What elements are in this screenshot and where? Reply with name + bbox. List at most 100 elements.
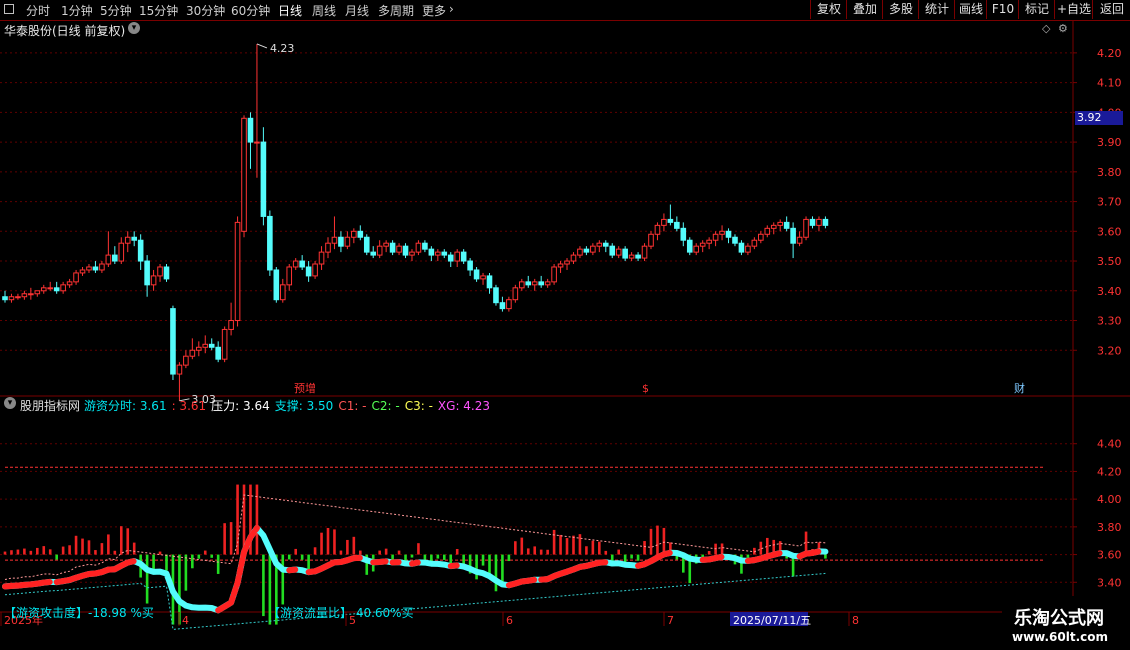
toolbar-button-0[interactable]: 复权 xyxy=(810,0,847,19)
gear-icon[interactable]: ⚙ xyxy=(1058,22,1068,35)
candle-body-41 xyxy=(267,215,273,271)
period-tab-8[interactable]: 月线 xyxy=(345,2,369,19)
candle-body-60 xyxy=(389,242,396,253)
candle-body-43 xyxy=(279,284,286,301)
toolbar-button-7[interactable]: +自选 xyxy=(1054,0,1093,19)
candle-body-74 xyxy=(480,275,486,280)
hist-bar-99 xyxy=(643,541,646,555)
hist-bar-81 xyxy=(526,548,530,555)
hist-bar-111 xyxy=(720,543,724,555)
candle-body-15 xyxy=(99,263,105,271)
capital-line-rise-7 xyxy=(40,578,54,586)
candle-body-29 xyxy=(189,349,196,357)
period-tab-6[interactable]: 日线 xyxy=(278,2,302,19)
candle-body-107 xyxy=(693,245,700,253)
candle-body-68 xyxy=(441,251,448,256)
period-tab-1[interactable]: 1分钟 xyxy=(61,2,93,19)
candle-body-76 xyxy=(493,287,499,304)
candle-body-37 xyxy=(241,117,247,232)
hist-bar-97 xyxy=(630,554,633,559)
candle-body-64 xyxy=(415,242,422,253)
candle-body-10 xyxy=(66,281,73,286)
hist-bar-4 xyxy=(29,550,33,555)
candle-body-66 xyxy=(428,248,435,256)
toolbar-button-2[interactable]: 多股 xyxy=(882,0,919,19)
candle-body-87 xyxy=(564,260,570,265)
candle-body-0 xyxy=(2,296,8,301)
hist-bar-44 xyxy=(287,554,291,560)
hist-bar-85 xyxy=(552,529,556,555)
chevron-down-icon[interactable]: ▾ xyxy=(4,397,16,409)
ind-tick-label-4: 4.20 xyxy=(1097,465,1122,478)
candle-body-79 xyxy=(512,287,519,301)
period-tab-3[interactable]: 15分钟 xyxy=(139,2,178,19)
toolbar-button-6[interactable]: 标记 xyxy=(1018,0,1055,19)
period-tab-9[interactable]: 多周期 xyxy=(378,2,414,19)
capital-line-rise-82 xyxy=(525,576,538,584)
hist-bar-0 xyxy=(3,551,7,555)
period-tab-4[interactable]: 30分钟 xyxy=(186,2,225,19)
layout-icon[interactable] xyxy=(4,4,14,14)
hist-bar-29 xyxy=(191,554,194,569)
candle-body-44 xyxy=(286,266,293,286)
hist-bar-100 xyxy=(649,528,653,555)
time-label-3: 6 xyxy=(506,614,513,627)
chevron-down-icon[interactable]: ▾ xyxy=(128,22,140,34)
period-tab-10[interactable]: 更多 xyxy=(422,2,446,19)
hist-bar-31 xyxy=(203,550,207,555)
toolbar-button-5[interactable]: F10 xyxy=(986,0,1019,19)
hist-bar-14 xyxy=(94,550,97,555)
candle-body-126 xyxy=(816,218,822,226)
diamond-icon[interactable]: ◇ xyxy=(1042,22,1050,35)
hist-bar-74 xyxy=(481,554,485,566)
candle-body-110 xyxy=(712,233,719,241)
hist-bar-98 xyxy=(636,554,640,561)
toolbar-button-4[interactable]: 画线 xyxy=(954,0,987,19)
candle-body-108 xyxy=(699,242,706,247)
hist-bar-7 xyxy=(48,549,52,555)
candle-body-27 xyxy=(176,364,183,375)
candle-body-72 xyxy=(467,260,473,271)
hist-bar-48 xyxy=(313,547,317,555)
toolbar-button-3[interactable]: 统计 xyxy=(918,0,955,19)
candle-body-73 xyxy=(473,269,480,280)
candle-body-47 xyxy=(305,266,312,277)
candle-body-120 xyxy=(777,221,784,226)
high-label: 4.23 xyxy=(270,42,295,55)
main-tick-label-0: 3.20 xyxy=(1097,344,1122,357)
period-tab-5[interactable]: 60分钟 xyxy=(231,2,270,19)
hist-bar-49 xyxy=(320,532,323,555)
candle-body-70 xyxy=(454,251,460,262)
hist-bar-22 xyxy=(145,554,149,604)
indicator-value-7: XG: 4.23 xyxy=(437,399,491,413)
hist-bar-89 xyxy=(578,534,582,555)
candle-body-38 xyxy=(247,117,254,143)
hist-bar-18 xyxy=(119,526,123,555)
candle-body-59 xyxy=(383,242,389,247)
hist-bar-3 xyxy=(23,548,26,555)
candle-body-124 xyxy=(803,218,809,238)
period-tab-7[interactable]: 周线 xyxy=(312,2,336,19)
period-tab-0[interactable]: 分时 xyxy=(26,2,50,19)
toolbar-button-8[interactable]: 返回 xyxy=(1092,0,1130,19)
hist-bar-64 xyxy=(417,543,420,555)
hist-bar-51 xyxy=(333,529,336,555)
event-marker-1: $ xyxy=(642,382,649,395)
chevron-right-icon[interactable]: › xyxy=(449,2,454,16)
period-tab-2[interactable]: 5分钟 xyxy=(100,2,132,19)
watermark: 乐淘公式网 www.60lt.com xyxy=(1002,596,1130,650)
hist-bar-6 xyxy=(42,546,46,555)
candle-body-40 xyxy=(260,141,267,217)
candle-body-112 xyxy=(725,230,732,238)
ind-tick-label-2: 3.80 xyxy=(1097,521,1122,534)
toolbar-button-1[interactable]: 叠加 xyxy=(846,0,883,19)
candle-body-65 xyxy=(422,242,428,250)
hist-bar-33 xyxy=(216,554,220,574)
kline-chart[interactable]: 3.20 3.30 3.40 3.50 3.60 3.70 3.80 3.90 4.00 4.10… xyxy=(0,20,1130,650)
candle-body-94 xyxy=(609,245,616,256)
hist-bar-9 xyxy=(61,546,65,555)
hist-bar-71 xyxy=(462,554,465,565)
watermark-title: 乐淘公式网 xyxy=(1014,608,1104,629)
candle-body-42 xyxy=(273,269,280,301)
capital-line-rise-103 xyxy=(660,549,674,558)
